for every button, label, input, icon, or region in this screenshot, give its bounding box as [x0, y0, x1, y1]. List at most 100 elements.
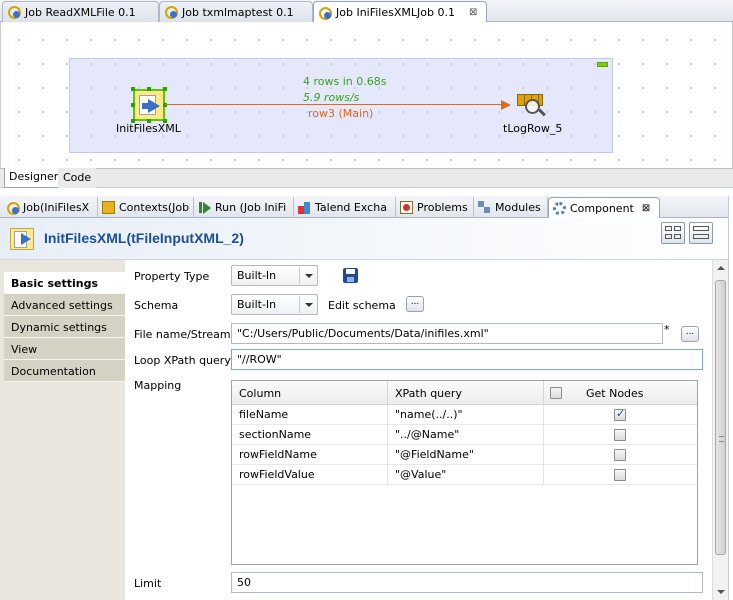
view-tab-bar: Job(IniFilesX Contexts(Job Run (Job IniF…	[0, 196, 733, 219]
designer-canvas[interactable]: 4 rows in 0.68s 5.9 rows/s row3 (Main) I…	[0, 22, 733, 168]
panel-edge	[728, 196, 733, 600]
view-tab-label: Job(IniFilesX	[23, 201, 90, 214]
editor-tab-label: Job ReadXMLFile 0.1	[25, 5, 136, 19]
basic-settings-form: Property Type Built-In Schema Built-In E…	[125, 260, 712, 600]
flow-label[interactable]: row3 (Main)	[308, 107, 373, 120]
job-icon	[164, 5, 178, 19]
sidebar-item-advanced-settings[interactable]: Advanced settings	[4, 294, 125, 316]
property-type-value: Built-In	[237, 269, 277, 282]
view-tab-talend-exchange[interactable]: Talend Excha	[294, 197, 396, 218]
column-header-xpath[interactable]: XPath query	[388, 381, 544, 405]
mapping-label: Mapping	[134, 379, 182, 392]
tab-designer[interactable]: Designer	[4, 168, 64, 188]
grip-icon	[719, 436, 724, 442]
schema-value: Built-In	[237, 298, 277, 311]
tfileinputxml-icon	[10, 228, 34, 250]
table-row[interactable]: rowFieldName "@FieldName"	[232, 445, 697, 465]
limit-label: Limit	[134, 577, 162, 590]
component-title: InitFilesXML(tFileInputXML_2)	[44, 230, 244, 246]
source-component-label[interactable]: InitFilesXML	[116, 122, 181, 135]
schema-select[interactable]: Built-In	[231, 294, 318, 315]
problems-icon	[400, 201, 413, 214]
xpath-cell[interactable]: "@FieldName"	[388, 445, 544, 465]
view-tab-run[interactable]: Run (Job IniFi	[194, 197, 294, 218]
exchange-icon	[298, 201, 311, 214]
layout-grid-button[interactable]	[661, 222, 685, 244]
table-row[interactable]: rowFieldValue "@Value"	[232, 465, 697, 485]
run-icon	[198, 201, 211, 214]
editor-tab-inifilesxmljob[interactable]: Job IniFilesXMLJob 0.1 ⊠	[313, 1, 487, 23]
row-flow-connection[interactable]	[165, 104, 503, 105]
xpath-cell[interactable]: "name(../..)"	[388, 405, 544, 425]
sidebar-item-basic-settings[interactable]: Basic settings	[4, 272, 125, 294]
settings-sidebar: Basic settings Advanced settings Dynamic…	[0, 260, 125, 600]
loop-xpath-input[interactable]: "//ROW"	[231, 349, 703, 370]
vertical-scrollbar[interactable]	[712, 260, 728, 600]
close-icon[interactable]: ⊠	[642, 203, 650, 214]
scroll-up-icon[interactable]	[717, 266, 725, 270]
view-tab-component[interactable]: Component ⊠	[548, 197, 660, 219]
editor-tab-label: Job txmlmaptest 0.1	[182, 5, 294, 19]
column-cell[interactable]: rowFieldName	[232, 445, 388, 465]
view-tab-label: Run (Job IniFi	[215, 201, 287, 214]
editor-tab-readxmlfile[interactable]: Job ReadXMLFile 0.1	[2, 1, 159, 22]
flow-stats-rows: 4 rows in 0.68s	[303, 75, 387, 88]
editor-tab-bar: Job ReadXMLFile 0.1 Job txmlmaptest 0.1 …	[0, 0, 733, 23]
tlogrow-component-icon[interactable]	[517, 92, 547, 120]
view-tab-label: Talend Excha	[315, 201, 387, 214]
sidebar-item-documentation[interactable]: Documentation	[4, 360, 125, 382]
modules-icon	[478, 201, 491, 214]
subjob-collapse-icon[interactable]	[597, 62, 608, 67]
scroll-down-icon[interactable]	[717, 590, 725, 594]
save-icon[interactable]	[343, 268, 358, 283]
edit-schema-button[interactable]: ...	[406, 296, 424, 312]
editor-tab-txmlmaptest[interactable]: Job txmlmaptest 0.1	[159, 1, 313, 22]
view-tab-label: Modules	[495, 201, 541, 214]
scrollbar-thumb[interactable]	[715, 280, 726, 555]
view-tab-label: Contexts(Job	[119, 201, 190, 214]
column-header-get-nodes[interactable]: Get Nodes	[544, 381, 697, 405]
column-header-column[interactable]: Column	[232, 381, 388, 405]
tfileinputxml-component-icon[interactable]	[131, 87, 167, 123]
view-tab-modules[interactable]: Modules	[474, 197, 548, 218]
sidebar-item-dynamic-settings[interactable]: Dynamic settings	[4, 316, 125, 338]
schema-label: Schema	[134, 299, 179, 312]
view-tab-contexts[interactable]: Contexts(Job	[98, 197, 194, 218]
tab-code[interactable]: Code	[58, 168, 97, 188]
property-type-select[interactable]: Built-In	[231, 265, 318, 286]
designer-code-tabs: Designer Code	[0, 168, 733, 188]
view-tab-job[interactable]: Job(IniFilesX	[2, 197, 98, 218]
view-tab-problems[interactable]: Problems	[396, 197, 474, 218]
chevron-down-icon	[299, 296, 316, 313]
column-cell[interactable]: fileName	[232, 405, 388, 425]
column-cell[interactable]: rowFieldValue	[232, 465, 388, 485]
column-cell[interactable]: sectionName	[232, 425, 388, 445]
xpath-cell[interactable]: "@Value"	[388, 465, 544, 485]
xpath-cell[interactable]: "../@Name"	[388, 425, 544, 445]
sash[interactable]	[0, 188, 733, 196]
job-icon	[7, 5, 21, 19]
table-row[interactable]: sectionName "../@Name"	[232, 425, 697, 445]
component-header: InitFilesXML(tFileInputXML_2)	[0, 218, 733, 260]
layout-rows-button[interactable]	[689, 222, 713, 244]
file-name-input[interactable]: "C:/Users/Public/Documents/Data/inifiles…	[231, 323, 663, 344]
limit-input[interactable]: 50	[231, 572, 703, 593]
property-type-label: Property Type	[134, 270, 210, 283]
get-nodes-checkbox[interactable]	[614, 469, 626, 481]
target-component-label[interactable]: tLogRow_5	[503, 122, 562, 135]
get-nodes-checkbox[interactable]	[614, 449, 626, 461]
required-marker: *	[664, 323, 670, 336]
view-tab-label: Problems	[417, 201, 468, 214]
get-nodes-select-all-checkbox[interactable]	[550, 387, 562, 399]
get-nodes-checkbox[interactable]	[614, 429, 626, 441]
job-icon	[6, 201, 20, 215]
table-row[interactable]: fileName "name(../..)"	[232, 405, 697, 425]
close-icon[interactable]: ⊠	[469, 7, 477, 18]
get-nodes-checkbox[interactable]	[614, 407, 626, 421]
loop-xpath-label: Loop XPath query	[134, 354, 231, 367]
mapping-table[interactable]: Column XPath query Get Nodes fileName "n…	[231, 380, 698, 565]
sidebar-item-view[interactable]: View	[4, 338, 125, 360]
browse-file-button[interactable]: ...	[681, 326, 699, 342]
grid-icon	[665, 226, 672, 231]
contexts-icon	[102, 201, 115, 214]
